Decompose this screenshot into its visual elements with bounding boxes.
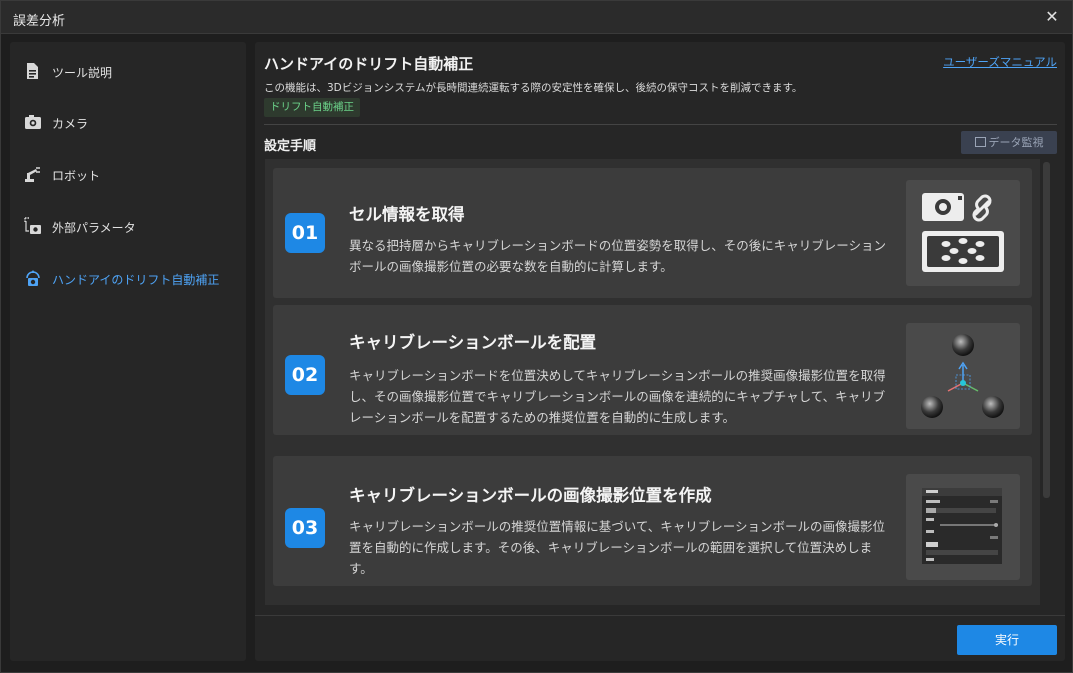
header-divider — [264, 124, 1057, 125]
footer-divider — [255, 615, 1065, 616]
sidebar-item-label: 外部パラメータ — [52, 221, 136, 235]
feature-tag: ドリフト自動補正 — [264, 98, 360, 117]
close-icon[interactable]: ✕ — [1042, 7, 1062, 27]
run-button[interactable]: 実行 — [957, 625, 1057, 655]
data-monitor-button[interactable]: データ監視 — [961, 131, 1057, 154]
sidebar-item-hand-eye-drift[interactable]: ハンドアイのドリフト自動補正 — [10, 258, 246, 298]
extrinsic-camera-icon — [24, 217, 41, 234]
page-description: この機能は、3Dビジョンシステムが長時間連続運転する際の安定性を確保し、後続の保… — [264, 82, 803, 94]
steps-title: 設定手順 — [264, 139, 317, 154]
step-title: セル情報を取得 — [349, 205, 465, 224]
robot-arm-icon — [25, 167, 40, 182]
sidebar-item-label: カメラ — [52, 117, 89, 131]
camera-icon — [25, 115, 41, 129]
step-number-badge: 01 — [285, 213, 325, 253]
steps-scrollbar[interactable] — [1043, 162, 1050, 498]
error-analysis-window: 誤差分析 ✕ ツール説明 カメラ ロボット 外部パラメータ ハンドアイのドリフト… — [0, 0, 1073, 673]
step-description: キャリブレーションボールの推奨位置情報に基づいて、キャリブレーションボールの画像… — [349, 519, 886, 576]
step-description: キャリブレーションボードを位置決めしてキャリブレーションボールの推奨画像撮影位置… — [349, 368, 886, 425]
window-title: 誤差分析 — [13, 14, 66, 29]
sidebar-item-tool-description[interactable]: ツール説明 — [10, 51, 246, 91]
chart-icon — [974, 137, 986, 147]
main-panel: ハンドアイのドリフト自動補正 ユーザーズマニュアル この機能は、3Dビジョンシス… — [255, 42, 1065, 661]
sidebar-item-label: ロボット — [52, 169, 101, 183]
step-description: 異なる把持層からキャリブレーションボードの位置姿勢を取得し、その後にキャリブレー… — [349, 238, 887, 274]
document-icon — [27, 63, 38, 79]
camera-link-board-icon — [906, 180, 1020, 286]
step-card-03: 03 キャリブレーションボールの画像撮影位置を作成 キャリブレーションボールの推… — [273, 456, 1032, 586]
step-card-02: 02 キャリブレーションボールを配置 キャリブレーションボードを位置決めしてキャ… — [273, 305, 1032, 435]
sidebar-item-label: ハンドアイのドリフト自動補正 — [52, 273, 220, 287]
step-card-01: 01 セル情報を取得 異なる把持層からキャリブレーションボードの位置姿勢を取得し… — [273, 168, 1032, 298]
page-title: ハンドアイのドリフト自動補正 — [264, 55, 474, 73]
title-bar: 誤差分析 ✕ — [1, 1, 1072, 34]
step-title: キャリブレーションボールを配置 — [349, 333, 597, 352]
calibration-balls-axes-icon — [906, 323, 1020, 429]
data-monitor-label: データ監視 — [988, 136, 1044, 149]
sidebar-item-extrinsic-parameters[interactable]: 外部パラメータ — [10, 206, 246, 246]
step-title: キャリブレーションボールの画像撮影位置を作成 — [349, 486, 712, 505]
hand-eye-drift-icon — [26, 270, 40, 286]
sidebar-item-camera[interactable]: カメラ — [10, 102, 246, 142]
sidebar: ツール説明 カメラ ロボット 外部パラメータ ハンドアイのドリフト自動補正 — [10, 42, 246, 661]
step-number-badge: 02 — [285, 355, 325, 395]
settings-panel-preview-icon — [906, 474, 1020, 580]
user-manual-link[interactable]: ユーザーズマニュアル — [943, 54, 1057, 70]
steps-list: 01 セル情報を取得 異なる把持層からキャリブレーションボードの位置姿勢を取得し… — [265, 159, 1040, 605]
sidebar-item-robot[interactable]: ロボット — [10, 154, 246, 194]
step-number-badge: 03 — [285, 508, 325, 548]
sidebar-item-label: ツール説明 — [52, 66, 113, 80]
